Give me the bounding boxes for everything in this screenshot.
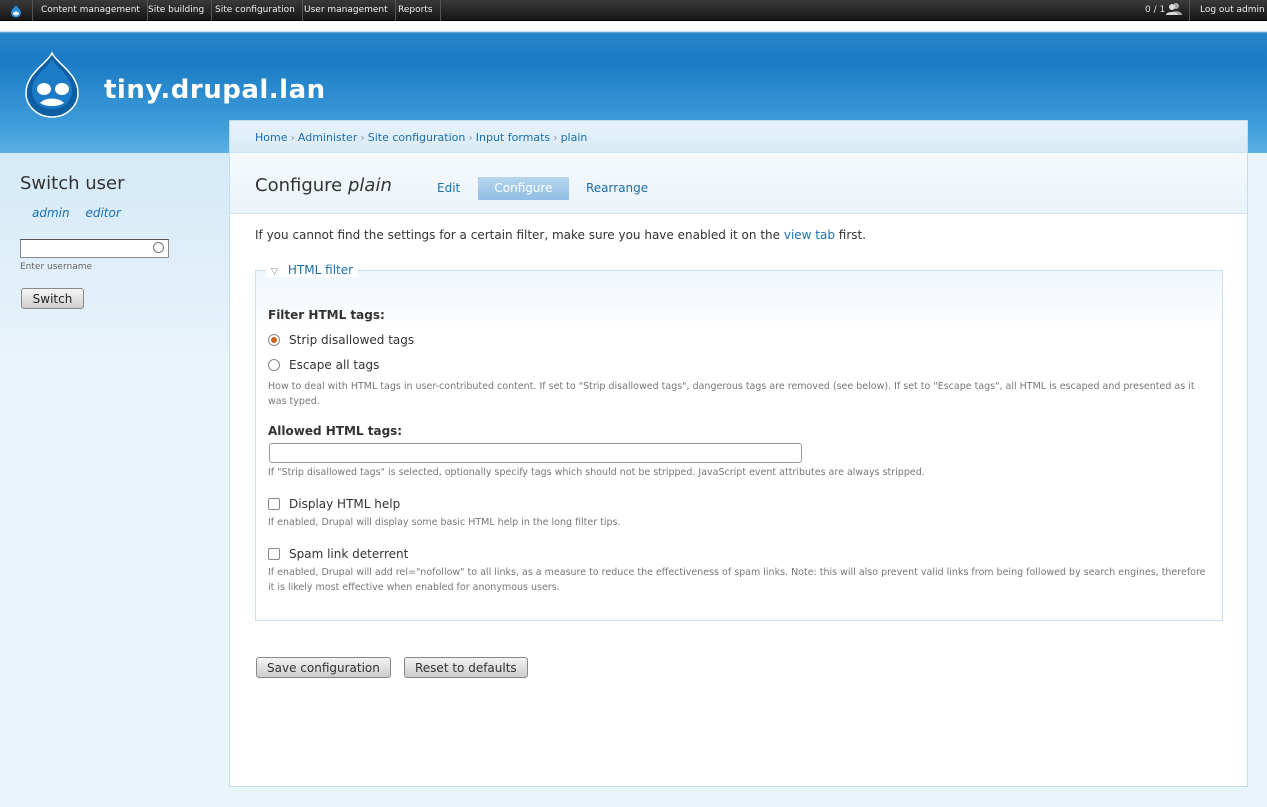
switch-user-title: Switch user xyxy=(20,173,125,194)
strip-tags-label: Strip disallowed tags xyxy=(289,333,415,347)
site-name[interactable]: tiny.drupal.lan xyxy=(104,75,326,105)
page-title-format: plain xyxy=(347,175,392,196)
sidebar: Switch user admin editor Enter username … xyxy=(0,153,229,807)
strip-tags-radio[interactable] xyxy=(268,334,280,346)
toolbar-content-management[interactable]: Content management xyxy=(34,0,148,21)
users-icon[interactable] xyxy=(1166,2,1182,23)
escape-tags-radio[interactable] xyxy=(268,359,280,371)
switch-button[interactable]: Switch xyxy=(21,288,84,309)
breadcrumb-separator: › xyxy=(290,131,295,144)
breadcrumb: Home › Administer › Site configuration › Input… xyxy=(255,131,587,144)
switch-user-admin[interactable]: admin xyxy=(32,206,70,220)
reset-defaults-button[interactable]: Reset to defaults xyxy=(404,657,528,678)
toolbar-site-building[interactable]: Site building xyxy=(141,0,213,21)
view-tab-link[interactable]: view tab xyxy=(784,228,835,242)
allowed-tags-label: Allowed HTML tags: xyxy=(268,424,403,438)
user-count: 0 / 1 xyxy=(1145,5,1166,15)
tab-edit[interactable]: Edit xyxy=(427,177,470,200)
username-hint: Enter username xyxy=(20,262,93,272)
spam-deterrent-description: If enabled, Drupal will add rel="nofollo… xyxy=(268,567,1206,593)
switch-user-list: admin editor xyxy=(32,206,133,220)
html-filter-fieldset: ▽ HTML filter Filter HTML tags: Strip dis… xyxy=(255,263,1223,621)
tab-configure[interactable]: Configure xyxy=(478,177,569,200)
intro-text-after: first. xyxy=(838,228,867,242)
fieldset-legend[interactable]: ▽ HTML filter xyxy=(266,263,359,277)
intro-text: If you cannot find the settings for a ce… xyxy=(255,228,866,242)
tab-rearrange[interactable]: Rearrange xyxy=(576,177,658,200)
breadcrumb-administer[interactable]: Administer xyxy=(298,131,357,144)
toolbar-reports[interactable]: Reports xyxy=(391,0,441,21)
escape-tags-option[interactable]: Escape all tags xyxy=(268,358,379,372)
escape-tags-label: Escape all tags xyxy=(289,358,380,372)
toolbar-site-configuration[interactable]: Site configuration xyxy=(208,0,303,21)
breadcrumb-bar: Home › Administer › Site configuration › Input… xyxy=(230,121,1247,153)
breadcrumb-separator: › xyxy=(468,131,473,144)
strip-tags-option[interactable]: Strip disallowed tags xyxy=(268,333,414,347)
username-input[interactable] xyxy=(20,239,169,258)
autocomplete-icon xyxy=(153,242,164,253)
breadcrumb-separator: › xyxy=(553,131,558,144)
filter-tags-label: Filter HTML tags: xyxy=(268,308,385,322)
toolbar-separator xyxy=(1189,0,1190,21)
spam-deterrent-label: Spam link deterrent xyxy=(289,547,409,561)
breadcrumb-input-formats[interactable]: Input formats xyxy=(476,131,550,144)
breadcrumb-separator: › xyxy=(360,131,365,144)
html-help-label: Display HTML help xyxy=(289,497,401,511)
html-help-checkbox[interactable] xyxy=(268,498,280,510)
spam-deterrent-option[interactable]: Spam link deterrent xyxy=(268,547,408,561)
breadcrumb-site-configuration[interactable]: Site configuration xyxy=(368,131,466,144)
drupal-home-icon[interactable] xyxy=(0,0,33,21)
toolbar-user-management[interactable]: User management xyxy=(297,0,396,21)
filter-tags-description: How to deal with HTML tags in user-contr… xyxy=(268,381,1195,407)
save-configuration-button[interactable]: Save configuration xyxy=(256,657,391,678)
drupal-logo[interactable] xyxy=(20,50,84,122)
intro-text-before: If you cannot find the settings for a ce… xyxy=(255,228,781,242)
breadcrumb-plain[interactable]: plain xyxy=(561,131,588,144)
fieldset-legend-label: HTML filter xyxy=(287,263,354,277)
title-bar: Configure plain Edit Configure Rearrange xyxy=(230,153,1247,214)
html-help-description: If enabled, Drupal will display some bas… xyxy=(268,517,621,528)
allowed-tags-description: If "Strip disallowed tags" is selected, … xyxy=(268,467,925,478)
page-title-prefix: Configure xyxy=(255,175,343,196)
main-content: Home › Administer › Site configuration › Input… xyxy=(229,120,1248,787)
breadcrumb-home[interactable]: Home xyxy=(255,131,287,144)
html-help-option[interactable]: Display HTML help xyxy=(268,497,400,511)
page-title: Configure plain xyxy=(255,175,392,196)
logout-link[interactable]: Log out admin xyxy=(1200,0,1265,21)
spam-deterrent-checkbox[interactable] xyxy=(268,548,280,560)
allowed-tags-input[interactable] xyxy=(269,443,802,463)
admin-toolbar: Content management Site building Site co… xyxy=(0,0,1267,21)
switch-user-editor[interactable]: editor xyxy=(85,206,120,220)
collapse-triangle-icon: ▽ xyxy=(271,267,278,277)
